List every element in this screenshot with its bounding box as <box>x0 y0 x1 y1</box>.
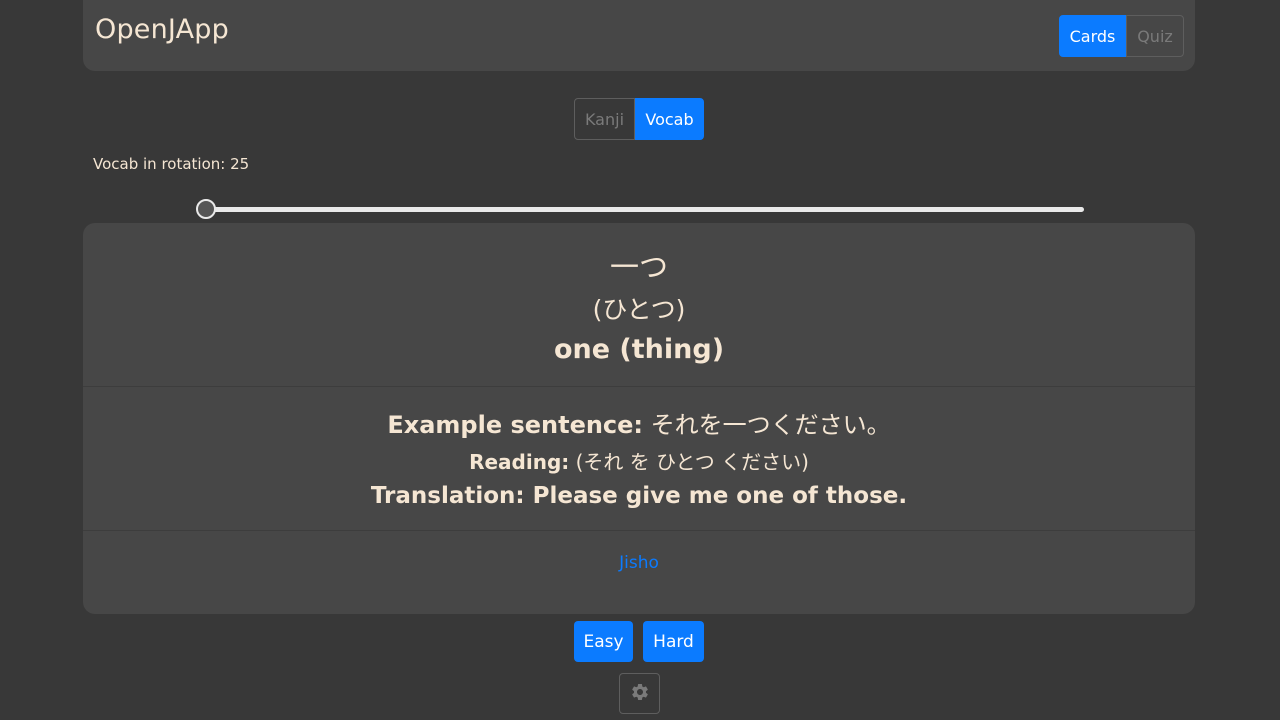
card-body: Example sentence: それを一つください。 Reading: (そ… <box>83 387 1195 530</box>
vocab-meaning: one (thing) <box>553 334 725 365</box>
navbar: OpenJApp Cards Quiz <box>83 0 1195 71</box>
jisho-link[interactable]: Jisho <box>83 553 1195 573</box>
card-header: 一つ (ひとつ) one (thing) <box>83 223 1195 386</box>
gear-icon <box>630 682 650 706</box>
vocab-reading: (ひとつ) <box>592 295 686 324</box>
nav-tab-group: Cards Quiz <box>1059 15 1184 57</box>
app-brand[interactable]: OpenJApp <box>95 14 229 45</box>
slider-track[interactable] <box>204 207 1084 212</box>
example-translation-text: Please give me one of those. <box>524 483 908 509</box>
mode-toggle-group: Kanji Vocab <box>574 98 704 140</box>
example-sentence-text: それを一つください。 <box>643 411 891 439</box>
easy-button[interactable]: Easy <box>574 621 633 662</box>
tab-vocab[interactable]: Vocab <box>635 98 704 140</box>
settings-button[interactable] <box>619 673 660 714</box>
card-footer: Jisho <box>83 531 1195 614</box>
rotation-count-label: Vocab in rotation: 25 <box>93 155 250 173</box>
tab-kanji[interactable]: Kanji <box>574 98 635 140</box>
example-translation: Translation: Please give me one of those… <box>83 483 1195 509</box>
rotation-slider[interactable] <box>196 198 1086 222</box>
flashcard: 一つ (ひとつ) one (thing) Example sentence: そ… <box>83 223 1195 614</box>
example-sentence: Example sentence: それを一つください。 <box>83 405 1195 440</box>
example-translation-label: Translation: <box>370 483 525 509</box>
example-reading-text: (それ を ひとつ ください) <box>569 450 809 474</box>
example-reading-label: Reading: <box>469 450 570 474</box>
example-reading: Reading: (それ を ひとつ ください) <box>83 446 1195 475</box>
slider-thumb[interactable] <box>196 199 216 219</box>
example-sentence-label: Example sentence: <box>387 411 644 439</box>
tab-quiz[interactable]: Quiz <box>1126 15 1184 57</box>
tab-cards[interactable]: Cards <box>1059 15 1126 57</box>
vocab-word: 一つ <box>609 250 668 284</box>
hard-button[interactable]: Hard <box>643 621 704 662</box>
